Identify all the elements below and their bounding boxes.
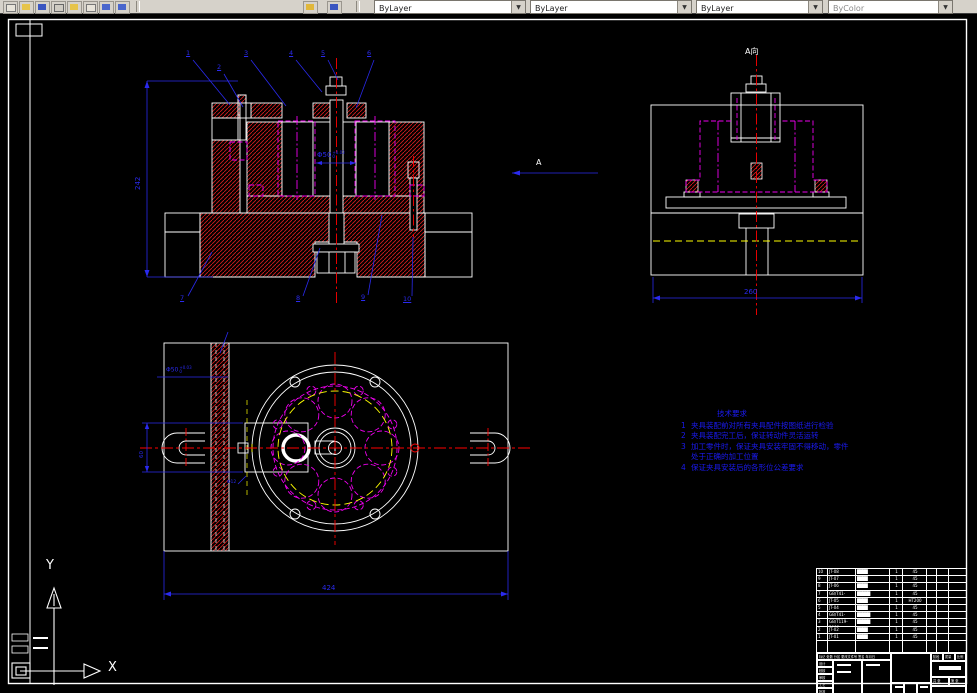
mass-label: 质量 xyxy=(943,652,955,661)
balloon-1: 1 xyxy=(186,49,191,57)
note-item: 3 加工零件时，保证夹具安装牢固不得移动，零件 处于正确的加工位置 xyxy=(681,441,849,462)
bom-row: 3 GB/T119-2000 █████ 1 45 xyxy=(816,618,967,626)
bom-row: 10 JT-08 ████ 1 45 xyxy=(816,568,967,576)
sign-label: 批准 xyxy=(817,687,833,693)
dim-height-242: 242 xyxy=(134,176,142,190)
cad-application-window: ByLayer ▼ ByLayer ▼ ByLayer ▼ ByColor ▼ xyxy=(0,0,977,693)
sign-label: 校核 xyxy=(817,666,833,674)
bom-header-cell xyxy=(949,639,967,652)
bom-header-cell xyxy=(903,639,927,652)
stage-label: 阶段标记 xyxy=(931,652,943,661)
balloon-9: 9 xyxy=(361,293,366,301)
sign-label: 审核 xyxy=(817,673,833,681)
plan-view xyxy=(140,331,530,600)
bom-row: 9 JT-07 ████ 1 45 xyxy=(816,575,967,583)
balloon-10: 10 xyxy=(403,295,412,303)
scale-label: 比例 xyxy=(955,652,967,661)
balloon-4: 4 xyxy=(289,49,294,57)
ucs-y-label: Y xyxy=(46,558,54,573)
dim-bore-dia: Φ50+0.03 0 xyxy=(317,150,345,160)
bom-header-cell xyxy=(856,639,890,652)
notes-list: 1 夹具装配前对所有夹具配件按图纸进行检验 2 夹具装配完工后，保证转动件灵活运转 … xyxy=(681,421,871,474)
dim-width-424: 424 xyxy=(322,584,336,592)
title-block: 10 JT-08 ████ 1 45 9 JT-07 ████ 1 45 8 J… xyxy=(816,568,967,693)
revision-header-cell: 标记 处数 分区 更改文件号 签名 年月日 xyxy=(817,652,891,660)
drawing-title-cell xyxy=(891,652,931,683)
note-item: 4 保证夹具安装后的各形位公差要求 xyxy=(681,462,804,472)
balloon-7: 7 xyxy=(180,294,185,302)
plan-hole-label: Φ50+0.03 0 xyxy=(166,365,192,374)
technical-notes: 技术要求 1 夹具装配前对所有夹具配件按图纸进行检验 2 夹具装配完工后，保证转动件… xyxy=(681,409,871,473)
balloon-5: 5 xyxy=(321,49,326,57)
bom-table: 10 JT-08 ████ 1 45 9 JT-07 ████ 1 45 8 J… xyxy=(816,568,967,640)
section-cut-label: A xyxy=(536,158,542,167)
bom-header-row xyxy=(816,639,967,652)
side-view xyxy=(650,55,864,315)
bom-row: 5 JT-04 ████ 1 45 xyxy=(816,603,967,612)
sheet-total-cell: 共 张 xyxy=(931,676,949,686)
balloon-8: 8 xyxy=(296,294,301,302)
bom-row: 6 JT-05 ████ 1 HT200 xyxy=(816,596,967,604)
title-block-grid: 标记 处数 分区 更改文件号 签名 年月日 设计 校核 审核 工艺 批准 阶段标… xyxy=(816,651,967,693)
note-item: 1 夹具装配前对所有夹具配件按图纸进行检验 xyxy=(681,420,834,430)
bom-header-cell xyxy=(828,639,856,652)
section-view xyxy=(144,58,598,305)
ucs-icon xyxy=(11,586,102,685)
ucs-x-label: X xyxy=(108,660,117,675)
notes-title: 技术要求 xyxy=(717,409,747,418)
balloon-2: 2 xyxy=(217,63,222,71)
bom-header-cell xyxy=(817,639,828,652)
balloon-3: 3 xyxy=(244,49,249,57)
sign-label: 设计 xyxy=(817,659,833,667)
sheet-number-cell: 第 张 xyxy=(949,676,967,686)
sign-label: 工艺 xyxy=(817,680,833,688)
plan-small-label: Φ12 xyxy=(227,480,237,485)
org-cell xyxy=(931,685,967,693)
note-item: 2 夹具装配完工后，保证转动件灵活运转 xyxy=(681,431,819,440)
side-view-title: A向 xyxy=(745,47,759,56)
balloon-6: 6 xyxy=(367,49,372,57)
bom-header-cell xyxy=(890,639,903,652)
bom-row: 4 GB/T41-2000 █████ 1 45 xyxy=(816,611,967,619)
bom-header-cell xyxy=(927,639,937,652)
bom-row: 7 GB/T41-2000 █████ 1 45 xyxy=(816,589,967,597)
bom-row: 2 JT-02 ████ 1 45 xyxy=(816,625,967,633)
dim-slot-60: 60 xyxy=(139,451,145,458)
bom-row: 1 JT-01 ████ 1 45 xyxy=(816,632,967,640)
bom-row: 8 JT-06 ████ 1 45 xyxy=(816,582,967,590)
bom-header-cell xyxy=(937,639,949,652)
dim-width-260: 260 xyxy=(744,288,758,296)
